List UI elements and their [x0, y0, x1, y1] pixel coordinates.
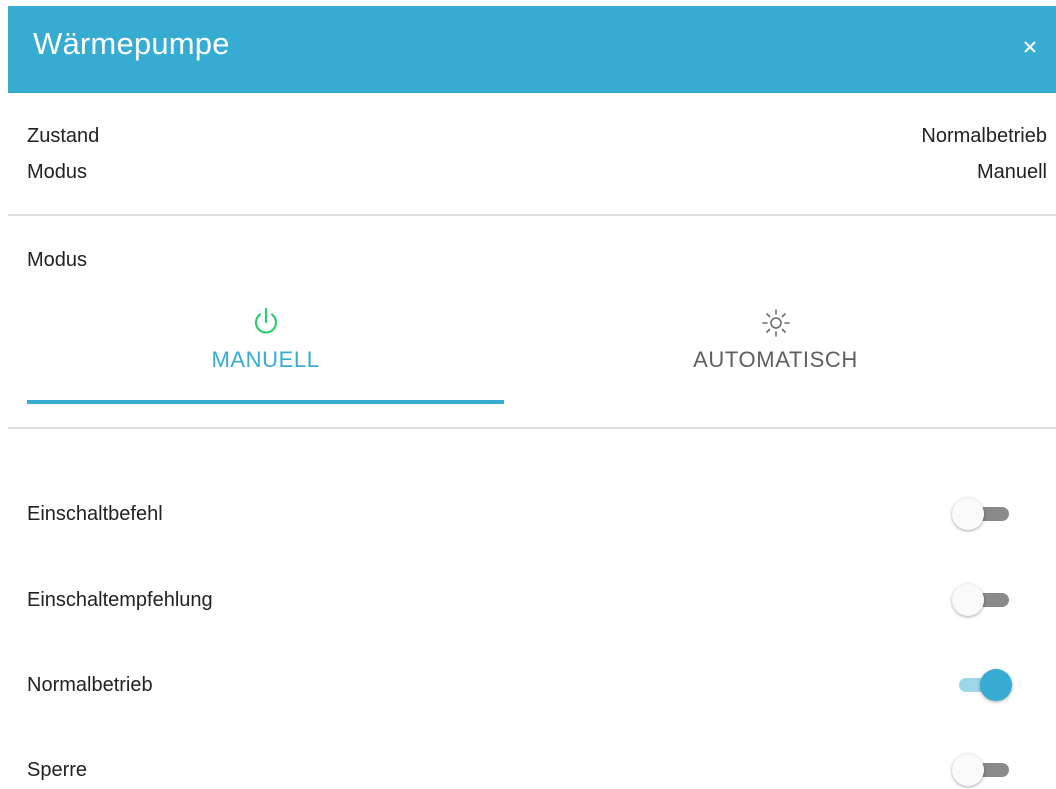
sun-icon — [761, 309, 790, 337]
toggle-thumb — [952, 498, 984, 530]
heat-pump-dialog: Wärmepumpe Zustand Normalbetrieb Modus M… — [0, 0, 1056, 789]
switch-row-normalbetrieb: Normalbetrieb — [27, 665, 1012, 705]
status-value: Manuell — [976, 161, 1047, 183]
switch-row-sperre: Sperre — [27, 750, 1012, 789]
einschaltbefehl-toggle[interactable] — [952, 496, 1012, 532]
switch-label: Sperre — [27, 759, 88, 781]
status-label: Zustand — [27, 125, 100, 147]
switch-row-einschaltempfehlung: Einschaltempfehlung — [27, 580, 1012, 620]
mode-section-label: Modus — [27, 249, 88, 271]
switch-row-einschaltbefehl: Einschaltbefehl — [27, 494, 1012, 534]
switch-label: Einschaltempfehlung — [27, 589, 213, 611]
power-icon — [254, 307, 277, 334]
toggle-thumb — [952, 754, 984, 786]
status-value: Normalbetrieb — [921, 125, 1047, 147]
close-icon — [1024, 41, 1036, 53]
tab-automatisch[interactable]: AUTOMATISCH — [537, 298, 1014, 404]
switch-label: Einschaltbefehl — [27, 503, 163, 525]
dialog-header: Wärmepumpe — [8, 6, 1056, 93]
tab-label: MANUELL — [211, 347, 320, 372]
einschaltempfehlung-toggle[interactable] — [952, 582, 1012, 618]
dialog-title: Wärmepumpe — [33, 26, 230, 61]
toggle-thumb — [980, 669, 1012, 701]
tab-label: AUTOMATISCH — [693, 347, 858, 372]
switch-label: Normalbetrieb — [27, 674, 153, 696]
toggle-thumb — [952, 584, 984, 616]
active-tab-indicator — [27, 400, 504, 404]
divider — [8, 427, 1056, 429]
close-button[interactable] — [1017, 34, 1043, 60]
status-label: Modus — [27, 161, 88, 183]
sperre-toggle[interactable] — [952, 752, 1012, 788]
normalbetrieb-toggle[interactable] — [952, 667, 1012, 703]
divider — [8, 214, 1056, 216]
tab-manuell[interactable]: MANUELL — [27, 298, 504, 404]
